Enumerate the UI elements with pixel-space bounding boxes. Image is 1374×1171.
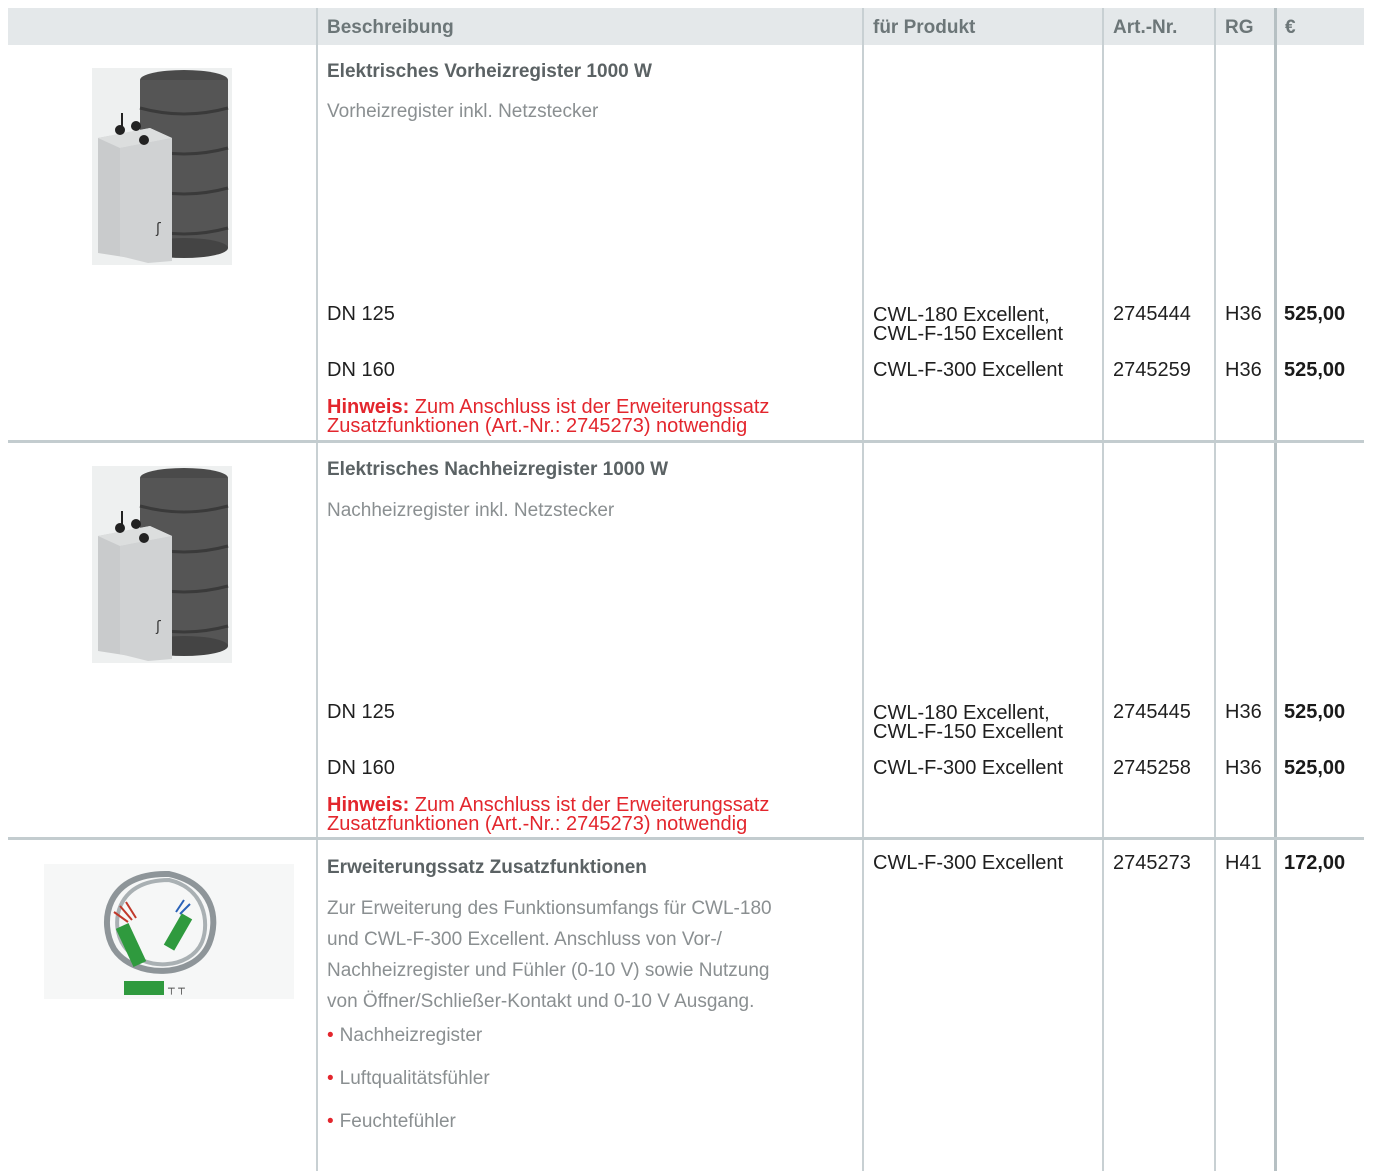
bullet-text: Nachheizregister (339, 1025, 483, 1046)
paragraph-line: von Öffner/Schließer-Kontakt und 0-10 V … (327, 991, 755, 1012)
feature-bullet: • Feuchtefühler (327, 1111, 456, 1133)
paragraph-line: Nachheizregister und Fühler (0-10 V) sow… (327, 960, 770, 981)
paragraph-line: und CWL-F-300 Excellent. Anschluss von V… (327, 929, 722, 950)
column-divider (862, 8, 864, 1171)
bullet-text: Luftqualitätsfühler (339, 1068, 490, 1089)
product-title: Erweiterungssatz Zusatzfunktionen (327, 857, 647, 878)
header-euro: € (1285, 17, 1296, 38)
header-beschreibung: Beschreibung (327, 17, 454, 38)
header-fuer-produkt: für Produkt (873, 17, 976, 38)
variant-product-line: CWL-F-150 Excellent (873, 721, 1064, 743)
variant-art-nr: 2745259 (1113, 359, 1191, 381)
variant-product-line: CWL-F-150 Excellent (873, 323, 1064, 345)
variant-price: 525,00 (1284, 701, 1346, 723)
bullet-text: Feuchtefühler (339, 1111, 456, 1132)
feature-bullet: • Nachheizregister (327, 1025, 482, 1047)
feature-bullet: • Luftqualitätsfühler (327, 1068, 490, 1090)
variant-art-nr: 2745444 (1113, 303, 1191, 325)
svg-text:┬ ┬: ┬ ┬ (167, 982, 185, 995)
variant-art-nr: 2745445 (1113, 701, 1191, 723)
header-art-nr: Art.-Nr. (1113, 17, 1178, 38)
hint-note: Hinweis: Zum Anschluss ist der Erweiteru… (327, 397, 769, 437)
product-description: Vorheizregister inkl. Netzstecker (327, 101, 599, 122)
column-divider (1214, 8, 1216, 1171)
row-separator (8, 837, 1364, 840)
variant-size: DN 125 (327, 701, 395, 723)
column-divider (1274, 8, 1277, 1171)
bullet-dot-icon: • (327, 1068, 334, 1089)
row-separator (8, 440, 1364, 443)
product-title: Elektrisches Nachheizregister 1000 W (327, 459, 669, 480)
column-divider (1102, 8, 1104, 1171)
bullet-dot-icon: • (327, 1025, 334, 1046)
variant-product: CWL-F-300 Excellent (873, 757, 1064, 779)
cable-set-product-image: ┬ ┬ (44, 864, 294, 999)
svg-text:ʃ: ʃ (155, 221, 161, 237)
product-description: Nachheizregister inkl. Netzstecker (327, 500, 615, 521)
product-title: Elektrisches Vorheizregister 1000 W (327, 61, 652, 82)
variant-product: CWL-180 Excellent, CWL-F-150 Excellent (873, 703, 1064, 743)
variant-price: 525,00 (1284, 303, 1346, 325)
variant-product: CWL-F-300 Excellent (873, 359, 1064, 381)
variant-size: DN 160 (327, 757, 395, 779)
variant-rg: H36 (1225, 303, 1262, 325)
variant-size: DN 160 (327, 359, 395, 381)
reheater-product-image: ʃ (92, 466, 232, 663)
bullet-dot-icon: • (327, 1111, 334, 1132)
variant-product: CWL-F-300 Excellent (873, 852, 1064, 874)
hint-text: Zusatzfunktionen (Art.-Nr.: 2745273) not… (327, 415, 748, 437)
hint-text: Zusatzfunktionen (Art.-Nr.: 2745273) not… (327, 813, 748, 835)
variant-rg: H36 (1225, 757, 1262, 779)
product-paragraph: Zur Erweiterung des Funktionsumfangs für… (327, 893, 772, 1017)
price-table: Beschreibung für Produkt Art.-Nr. RG € ʃ… (0, 0, 1374, 1171)
variant-rg: H36 (1225, 359, 1262, 381)
svg-text:ʃ: ʃ (155, 619, 161, 635)
column-divider (316, 8, 318, 1171)
variant-product: CWL-180 Excellent, CWL-F-150 Excellent (873, 305, 1064, 345)
variant-size: DN 125 (327, 303, 395, 325)
header-rg: RG (1225, 17, 1254, 38)
variant-price: 525,00 (1284, 757, 1346, 779)
variant-rg: H36 (1225, 701, 1262, 723)
hint-note: Hinweis: Zum Anschluss ist der Erweiteru… (327, 795, 769, 835)
variant-price: 172,00 (1284, 852, 1346, 874)
paragraph-line: Zur Erweiterung des Funktionsumfangs für… (327, 898, 772, 919)
variant-art-nr: 2745273 (1113, 852, 1191, 874)
variant-price: 525,00 (1284, 359, 1346, 381)
preheater-product-image: ʃ (92, 68, 232, 265)
variant-art-nr: 2745258 (1113, 757, 1191, 779)
variant-rg: H41 (1225, 852, 1262, 874)
